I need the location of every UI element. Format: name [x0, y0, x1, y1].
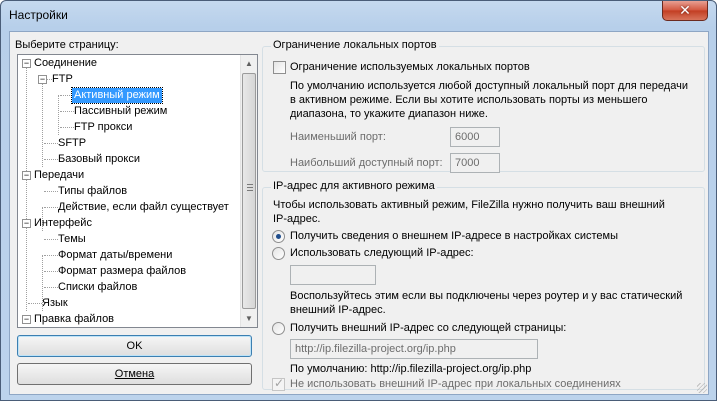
max-port-label: Наибольший доступный порт:: [290, 157, 443, 169]
scrollbar-thumb[interactable]: [242, 73, 256, 309]
limit-ports-checkbox[interactable]: [273, 61, 286, 74]
use-following-ip-radio[interactable]: [272, 247, 285, 260]
local-ports-group-title: Ограничение локальных портов: [271, 39, 439, 51]
tree-guide-line: [44, 159, 58, 160]
get-ip-from-system-label[interactable]: Получить сведения о внешнем IP-адресе в …: [290, 230, 618, 242]
tree-guide-line: [44, 207, 58, 208]
scroll-up-arrow-icon[interactable]: ▲: [241, 55, 257, 72]
cancel-button-label: Отмена: [114, 368, 155, 380]
tree-item-ftp-proxy[interactable]: FTP прокси: [74, 120, 132, 135]
collapse-icon: −: [39, 74, 46, 84]
tree-expander-interface[interactable]: −: [22, 219, 31, 228]
tree-item-filesize-format[interactable]: Формат размера файлов: [58, 264, 186, 279]
tree-expander-connection[interactable]: −: [22, 59, 31, 68]
tree-item-language[interactable]: Язык: [42, 296, 68, 311]
min-port-label: Наименьший порт:: [290, 131, 386, 143]
close-button[interactable]: ✕: [662, 1, 708, 21]
tree-expander-file-editing[interactable]: −: [22, 315, 31, 324]
max-port-input[interactable]: 7000: [450, 153, 500, 173]
collapse-icon: −: [23, 58, 30, 68]
tree-guide-line: [44, 191, 58, 192]
min-port-input[interactable]: 6000: [450, 127, 500, 147]
tree-item-themes[interactable]: Темы: [58, 232, 86, 247]
tree-guide-line: [44, 255, 58, 256]
tree-item-date-time-format[interactable]: Формат даты/времени: [58, 248, 172, 263]
tree-item-file-types[interactable]: Типы файлов: [58, 184, 127, 199]
tree-guide-line: [44, 143, 58, 144]
settings-window: Настройки ✕ Выберите страницу: − − − − −…: [0, 0, 717, 401]
collapse-icon: −: [23, 218, 30, 228]
tree-item-file-exists-action[interactable]: Действие, если файл существует: [58, 200, 229, 215]
close-icon: ✕: [679, 2, 691, 18]
active-ip-description-line-2: IP-адрес.: [273, 213, 321, 225]
tree-guide-line: [28, 303, 42, 304]
ok-button[interactable]: OK: [17, 335, 252, 357]
tree-item-ftp[interactable]: FTP: [52, 72, 73, 87]
tree-item-file-lists[interactable]: Списки файлов: [58, 280, 137, 295]
ports-description-line-1: По умолчанию используется любой доступны…: [290, 80, 688, 92]
tree-guide-line: [60, 127, 74, 128]
tree-guide-line: [58, 95, 59, 135]
local-ports-group: Ограничение локальных портов Ограничение…: [262, 39, 705, 173]
use-following-ip-label[interactable]: Использовать следующий IP-адрес:: [290, 247, 474, 259]
tree-item-transfers[interactable]: Передачи: [34, 168, 84, 183]
no-external-ip-local-checkbox[interactable]: ✓: [272, 376, 285, 391]
active-ip-description-line-1: Чтобы использовать активный режим, FileZ…: [273, 199, 665, 211]
tree-item-sftp[interactable]: SFTP: [58, 136, 86, 151]
no-external-ip-local-label[interactable]: Не использовать внешний IP-адрес при лок…: [290, 378, 621, 390]
active-ip-group: IP-адрес для активного режима Чтобы испо…: [262, 180, 705, 391]
ip-url-input[interactable]: http://ip.filezilla-project.org/ip.php: [290, 339, 538, 359]
dialog-client-area: Выберите страницу: − − − − − Соединение …: [9, 31, 709, 395]
title-bar[interactable]: Настройки ✕: [1, 1, 716, 31]
tree-expander-ftp[interactable]: −: [38, 75, 47, 84]
default-url-text: По умолчанию: http://ip.filezilla-projec…: [290, 363, 532, 375]
check-icon: ✓: [274, 376, 285, 390]
get-ip-from-url-radio[interactable]: [272, 322, 285, 335]
window-title: Настройки: [9, 8, 68, 22]
scroll-down-arrow-icon[interactable]: ▼: [241, 310, 257, 327]
select-page-label: Выберите страницу:: [15, 39, 119, 51]
get-ip-from-system-radio[interactable]: [272, 230, 285, 243]
tree-expander-transfers[interactable]: −: [22, 171, 31, 180]
tree-guide-line: [60, 111, 74, 112]
tree-item-connection[interactable]: Соединение: [34, 56, 97, 71]
cancel-button[interactable]: Отмена: [17, 363, 252, 385]
tree-guide-line: [26, 63, 27, 311]
manual-ip-hint-line-1: Воспользуйтесь этим если вы подключены ч…: [290, 290, 683, 302]
limit-ports-label[interactable]: Ограничение используемых локальных порто…: [290, 61, 530, 73]
get-ip-from-url-label[interactable]: Получить внешний IP-адрес со следующей с…: [290, 322, 566, 334]
tree-item-interface[interactable]: Интерфейс: [34, 216, 92, 231]
tree-item-passive-mode[interactable]: Пассивный режим: [74, 104, 167, 119]
manual-ip-hint-line-2: внешний IP-адрес.: [290, 304, 386, 316]
tree-guide-line: [44, 287, 58, 288]
tree-item-generic-proxy[interactable]: Базовый прокси: [58, 152, 140, 167]
ports-description-line-3: диапазона, то укажите диапазон ниже.: [290, 108, 488, 120]
tree-guide-line: [44, 271, 58, 272]
tree-guide-line: [44, 239, 58, 240]
collapse-icon: −: [23, 170, 30, 180]
collapse-icon: −: [23, 314, 30, 324]
manual-ip-input[interactable]: [290, 265, 376, 285]
resize-grip[interactable]: [697, 383, 707, 393]
active-ip-group-title: IP-адрес для активного режима: [271, 180, 437, 192]
tree-guide-line: [42, 79, 43, 167]
tree-scrollbar[interactable]: ▲ ▼: [240, 55, 257, 327]
tree-item-active-mode[interactable]: Активный режим: [71, 87, 163, 104]
ports-description-line-2: в активном режиме. Если вы хотите исполь…: [290, 94, 648, 106]
settings-page-tree[interactable]: − − − − − Соединение FTP Активный режим …: [17, 54, 258, 328]
tree-item-file-editing[interactable]: Правка файлов: [34, 312, 114, 327]
